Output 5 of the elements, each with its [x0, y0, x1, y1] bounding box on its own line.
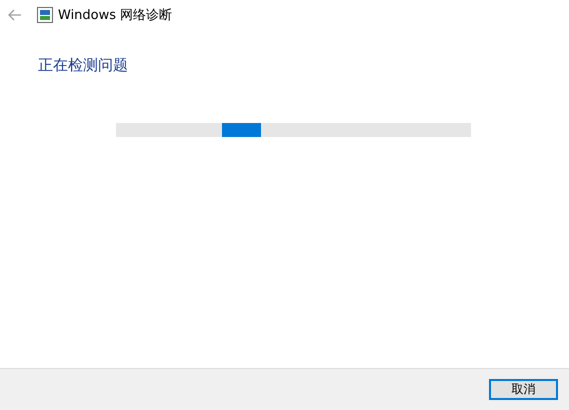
back-arrow-icon[interactable] — [8, 9, 22, 21]
status-heading: 正在检测问题 — [38, 56, 129, 75]
network-diagnostics-icon — [37, 7, 53, 23]
window-title: Windows 网络诊断 — [58, 7, 172, 24]
cancel-button[interactable]: 取消 — [489, 379, 558, 400]
